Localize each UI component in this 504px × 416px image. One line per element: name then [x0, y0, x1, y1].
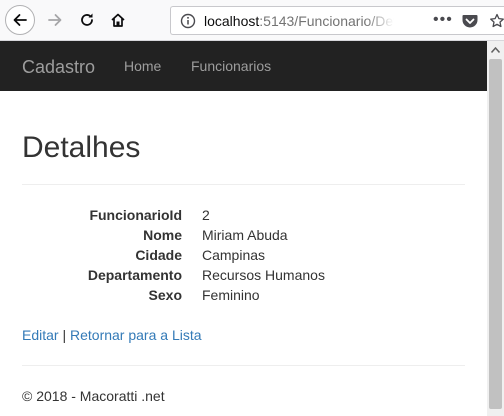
- info-icon[interactable]: [180, 13, 196, 29]
- home-button[interactable]: [103, 5, 133, 35]
- star-bookmark-icon[interactable]: [489, 13, 504, 29]
- field-label-nome: Nome: [143, 227, 182, 243]
- home-icon: [111, 13, 125, 27]
- back-button[interactable]: [5, 5, 35, 35]
- link-separator: |: [62, 327, 67, 343]
- forward-button[interactable]: [40, 5, 70, 35]
- scroll-up-button[interactable]: [487, 41, 504, 58]
- address-bar[interactable]: localhost:5143/Funcionario/Det •••: [170, 6, 504, 35]
- url-path: :5143/Funcionario/Det: [259, 13, 394, 29]
- browser-toolbar: localhost:5143/Funcionario/Det •••: [0, 0, 504, 41]
- field-value-funcionarioid: 2: [202, 207, 210, 223]
- field-value-sexo: Feminino: [202, 287, 260, 303]
- page-actions-icon[interactable]: •••: [433, 12, 452, 30]
- arrow-right-icon: [48, 14, 62, 26]
- url-text[interactable]: localhost:5143/Funcionario/Det: [204, 13, 394, 30]
- footer-divider: [22, 365, 465, 366]
- field-label-sexo: Sexo: [148, 287, 182, 303]
- nav-link-funcionarios[interactable]: Funcionarios: [191, 58, 271, 75]
- vertical-scrollbar[interactable]: [487, 41, 504, 416]
- scroll-up-arrow-icon: [491, 46, 500, 53]
- navbar-brand[interactable]: Cadastro: [22, 57, 95, 77]
- reload-button[interactable]: [72, 5, 102, 35]
- divider: [22, 184, 465, 185]
- url-host: localhost: [204, 13, 260, 29]
- field-value-cidade: Campinas: [202, 247, 266, 263]
- back-to-list-link[interactable]: Retornar para a Lista: [70, 327, 202, 343]
- nav-link-home[interactable]: Home: [124, 58, 161, 75]
- edit-link[interactable]: Editar: [22, 327, 59, 343]
- field-value-nome: Miriam Abuda: [202, 227, 288, 243]
- pocket-icon[interactable]: [461, 12, 479, 30]
- field-label-funcionarioid: FuncionarioId: [89, 207, 182, 223]
- footer-text: © 2018 - Macoratti .net: [22, 388, 165, 404]
- scroll-thumb[interactable]: [489, 59, 502, 409]
- site-navbar: Cadastro Home Funcionarios: [0, 41, 487, 91]
- page-title: Detalhes: [22, 131, 141, 164]
- field-value-departamento: Recursos Humanos: [202, 267, 325, 283]
- action-links: Editar | Retornar para a Lista: [22, 327, 202, 344]
- field-label-cidade: Cidade: [135, 247, 182, 263]
- arrow-left-icon: [13, 14, 27, 26]
- field-label-departamento: Departamento: [87, 267, 182, 283]
- reload-icon: [81, 13, 93, 26]
